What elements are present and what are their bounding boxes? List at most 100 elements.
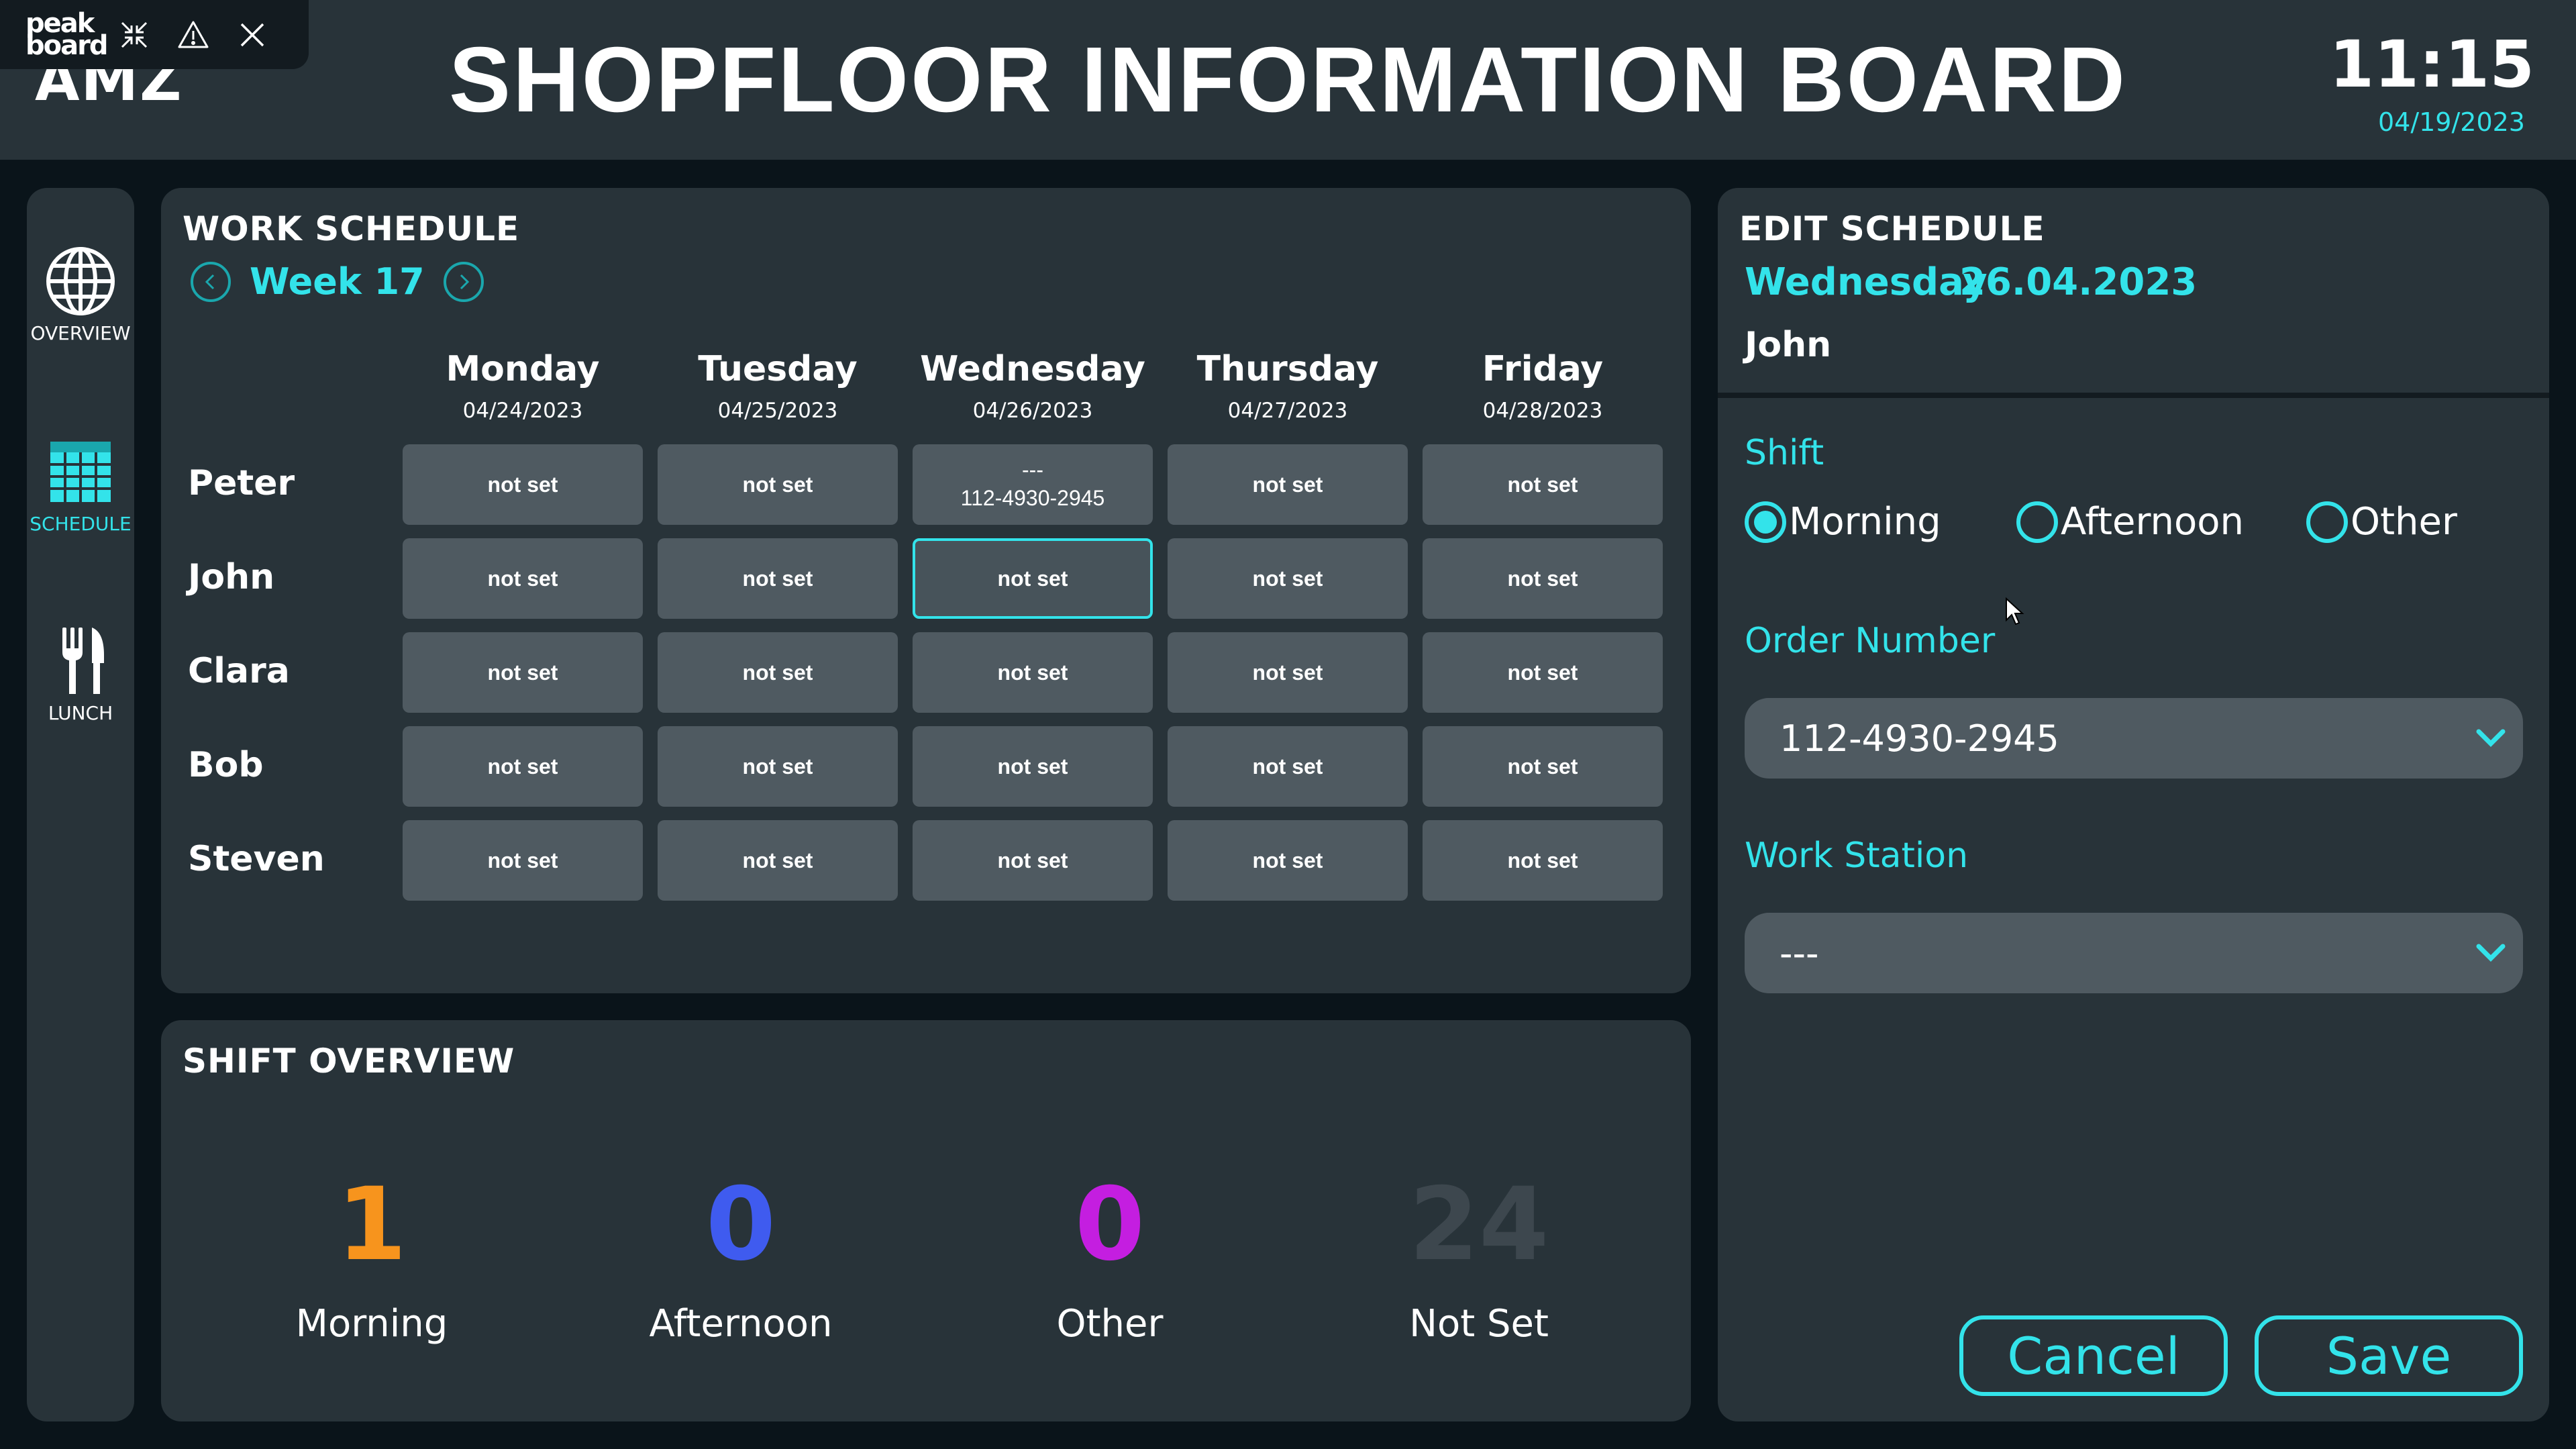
divider (1718, 393, 2549, 398)
clock-time: 11:15 (2329, 27, 2534, 102)
radio-unchecked-icon (2016, 501, 2058, 543)
collapse-arrows-icon[interactable] (114, 15, 154, 55)
edit-person-name: John (1745, 325, 1832, 365)
sidebar-item-lunch[interactable]: LUNCH (27, 624, 134, 724)
shift-radio-afternoon[interactable]: Afternoon (2016, 500, 2244, 544)
schedule-cell[interactable]: not set (1423, 632, 1663, 713)
stat-not-set: 24 Not Set (1345, 1175, 1613, 1346)
page-title: SHOPFLOOR INFORMATION BOARD (449, 28, 2127, 132)
day-header-thursday: Thursday 04/27/2023 (1196, 349, 1379, 423)
schedule-cell[interactable]: not set (1168, 632, 1408, 713)
day-header-tuesday: Tuesday 04/25/2023 (698, 349, 858, 423)
radio-label: Afternoon (2061, 500, 2244, 544)
cell-station: --- (1022, 457, 1043, 482)
previous-week-button[interactable] (191, 261, 231, 302)
order-number-label: Order Number (1745, 621, 1996, 661)
stat-value: 24 (1408, 1166, 1549, 1283)
radio-checked-icon (1745, 501, 1786, 543)
shift-radio-morning[interactable]: Morning (1745, 500, 1941, 544)
radio-label: Morning (1789, 500, 1941, 544)
order-number-dropdown[interactable]: 112-4930-2945 (1745, 698, 2523, 779)
row-name-clara: Clara (188, 651, 290, 691)
shift-overview-title: SHIFT OVERVIEW (183, 1042, 515, 1081)
schedule-cell[interactable]: not set (913, 726, 1153, 807)
schedule-cell[interactable]: not set (658, 726, 898, 807)
day-header-monday: Monday 04/24/2023 (446, 349, 600, 423)
sidebar: OVERVIEW SCHEDULE LUNCH (27, 188, 134, 1421)
stat-label: Not Set (1409, 1302, 1549, 1346)
edit-schedule-panel: EDIT SCHEDULE Wednesday 26.04.2023 John … (1718, 188, 2549, 1421)
stat-value: 0 (705, 1166, 776, 1283)
work-schedule-panel: WORK SCHEDULE Week 17 Monday 04/24/2023 … (161, 188, 1691, 993)
schedule-cell[interactable]: not set (403, 820, 643, 901)
sidebar-item-overview[interactable]: OVERVIEW (27, 244, 134, 344)
chevron-down-icon (2476, 729, 2506, 747)
shift-radio-other[interactable]: Other (2306, 500, 2457, 544)
sidebar-item-label: OVERVIEW (30, 322, 131, 344)
week-navigator: Week 17 (191, 260, 484, 303)
save-button[interactable]: Save (2255, 1315, 2523, 1396)
cancel-button[interactable]: Cancel (1959, 1315, 2228, 1396)
radio-label: Other (2351, 500, 2458, 544)
day-header-friday: Friday 04/28/2023 (1482, 349, 1604, 423)
edit-schedule-title: EDIT SCHEDULE (1739, 209, 2045, 248)
cell-order-number: 112-4930-2945 (960, 485, 1105, 510)
week-label: Week 17 (250, 260, 425, 303)
sidebar-item-schedule[interactable]: SCHEDULE (27, 435, 134, 535)
radio-unchecked-icon (2306, 501, 2348, 543)
schedule-cell[interactable]: not set (1423, 538, 1663, 619)
schedule-cell[interactable]: not set (403, 632, 643, 713)
chevron-down-icon (2476, 944, 2506, 962)
schedule-cell[interactable]: not set (1168, 726, 1408, 807)
schedule-cell[interactable]: not set (403, 444, 643, 525)
schedule-cell-selected[interactable]: not set (913, 538, 1153, 619)
schedule-cell[interactable]: not set (1168, 444, 1408, 525)
next-week-button[interactable] (443, 261, 484, 302)
stat-morning: 1 Morning (238, 1175, 506, 1346)
row-name-bob: Bob (188, 745, 264, 785)
stat-label: Morning (295, 1302, 448, 1346)
schedule-cell[interactable]: not set (658, 444, 898, 525)
shift-label: Shift (1745, 433, 1824, 473)
schedule-cell[interactable]: not set (1423, 444, 1663, 525)
fork-knife-icon (62, 628, 104, 694)
peakboard-toolbar: peak board (0, 0, 309, 69)
schedule-cell[interactable]: not set (658, 820, 898, 901)
clock: 11:15 04/19/2023 (2329, 32, 2534, 137)
stat-afternoon: 0 Afternoon (607, 1175, 875, 1346)
chevron-right-icon (460, 274, 469, 289)
schedule-cell[interactable]: not set (1423, 726, 1663, 807)
order-number-value: 112-4930-2945 (1780, 717, 2059, 760)
chevron-left-icon (205, 274, 215, 289)
shift-overview-panel: SHIFT OVERVIEW 1 Morning 0 Afternoon 0 O… (161, 1020, 1691, 1421)
day-header-wednesday: Wednesday 04/26/2023 (920, 349, 1145, 423)
work-station-value: --- (1780, 932, 1819, 975)
mouse-pointer-icon (2006, 597, 2024, 626)
globe-icon (46, 247, 115, 315)
calendar-grid-icon (50, 442, 111, 502)
schedule-cell[interactable]: not set (913, 820, 1153, 901)
work-station-dropdown[interactable]: --- (1745, 913, 2523, 993)
row-name-steven: Steven (188, 839, 325, 879)
clock-date: 04/19/2023 (2377, 107, 2525, 137)
work-schedule-title: WORK SCHEDULE (183, 209, 520, 248)
sidebar-item-label: SCHEDULE (30, 513, 132, 535)
stat-other: 0 Other (976, 1175, 1244, 1346)
edit-date: 26.04.2023 (1959, 260, 2198, 304)
schedule-cell[interactable]: not set (1168, 538, 1408, 619)
schedule-cell[interactable]: not set (1423, 820, 1663, 901)
stat-label: Other (1056, 1302, 1164, 1346)
peakboard-logo: peak board (25, 7, 108, 61)
schedule-cell[interactable]: not set (403, 538, 643, 619)
schedule-cell[interactable]: not set (1168, 820, 1408, 901)
schedule-cell[interactable]: not set (913, 632, 1153, 713)
schedule-cell[interactable]: --- 112-4930-2945 (913, 444, 1153, 525)
header-bar: AMZ SHOPFLOOR INFORMATION BOARD 11:15 04… (0, 0, 2576, 160)
schedule-cell[interactable]: not set (658, 632, 898, 713)
stat-value: 0 (1074, 1166, 1145, 1283)
work-station-label: Work Station (1745, 836, 1969, 876)
warning-icon[interactable] (173, 15, 213, 55)
schedule-cell[interactable]: not set (403, 726, 643, 807)
close-icon[interactable] (232, 15, 272, 55)
schedule-cell[interactable]: not set (658, 538, 898, 619)
